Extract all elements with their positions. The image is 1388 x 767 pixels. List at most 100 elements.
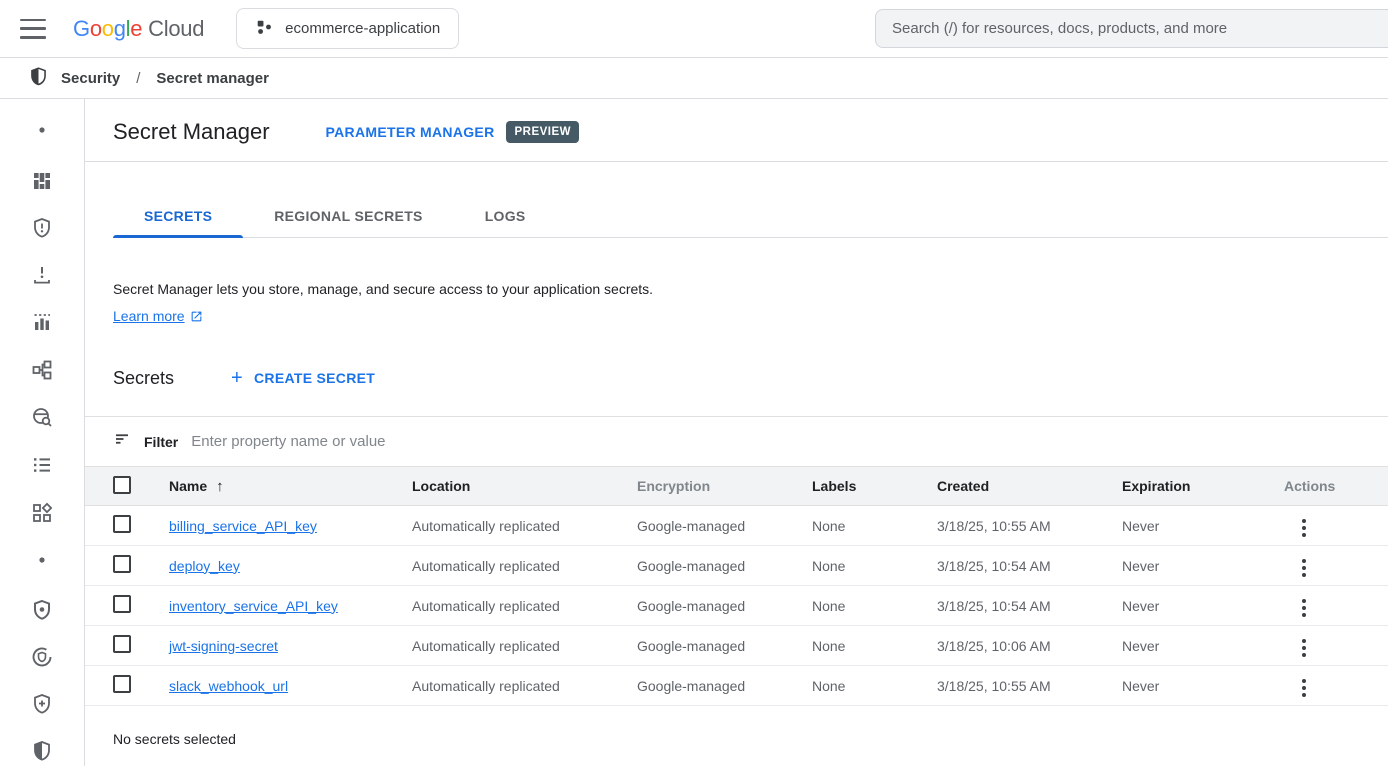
overview-dashboard-icon <box>30 169 54 198</box>
filter-input[interactable] <box>191 433 791 450</box>
breadcrumb-item-security[interactable]: Security <box>61 70 120 87</box>
page-title: Secret Manager <box>113 119 270 145</box>
secret-location: Automatically replicated <box>412 518 637 534</box>
column-header-expiration[interactable]: Expiration <box>1122 478 1272 494</box>
sidebar-item-12[interactable] <box>27 644 57 674</box>
sidebar-item-8[interactable] <box>27 452 57 482</box>
top-bar: Google Cloud ecommerce-application <box>0 0 1388 58</box>
secret-name-link[interactable]: billing_service_API_key <box>169 518 317 534</box>
page-header: Secret Manager PARAMETER MANAGER PREVIEW <box>85 99 1388 145</box>
learn-more-link[interactable]: Learn more <box>113 303 203 330</box>
secret-labels: None <box>812 558 937 574</box>
sidebar-item-11[interactable] <box>27 597 57 627</box>
row-actions-menu-icon[interactable] <box>1298 635 1310 660</box>
bar-chart-icon <box>30 310 54 339</box>
sidebar-item-1[interactable] <box>27 117 57 147</box>
column-header-created[interactable]: Created <box>937 478 1122 494</box>
select-all-checkbox[interactable] <box>113 476 131 494</box>
org-hierarchy-icon <box>30 358 54 387</box>
secret-name-link[interactable]: deploy_key <box>169 558 240 574</box>
tab-secrets-label: SECRETS <box>144 208 212 224</box>
tab-regional-secrets[interactable]: REGIONAL SECRETS <box>243 195 453 237</box>
row-actions-menu-icon[interactable] <box>1298 515 1310 540</box>
secret-encryption: Google-managed <box>637 678 812 694</box>
list-items-icon <box>30 453 54 482</box>
column-header-location[interactable]: Location <box>412 478 637 494</box>
sidebar-item-3[interactable] <box>27 215 57 245</box>
secret-expiration: Never <box>1122 678 1272 694</box>
sidebar-item-14[interactable] <box>27 738 57 767</box>
tab-regional-secrets-label: REGIONAL SECRETS <box>274 208 422 224</box>
globe-search-icon <box>30 405 54 434</box>
header-divider <box>85 161 1388 162</box>
external-link-icon <box>190 310 203 323</box>
secret-labels: None <box>812 518 937 534</box>
table-row: inventory_service_API_key Automatically … <box>85 586 1388 626</box>
secret-name-link[interactable]: jwt-signing-secret <box>169 638 278 654</box>
sidebar-item-10[interactable] <box>27 547 57 577</box>
column-header-name[interactable]: Name <box>169 478 207 494</box>
column-header-labels[interactable]: Labels <box>812 478 937 494</box>
row-checkbox[interactable] <box>113 675 131 693</box>
parameter-manager-link[interactable]: PARAMETER MANAGER <box>326 124 495 140</box>
row-actions-menu-icon[interactable] <box>1298 595 1310 620</box>
sidebar-item-4[interactable] <box>27 262 57 292</box>
row-checkbox[interactable] <box>113 595 131 613</box>
sidebar-item-5[interactable] <box>27 309 57 339</box>
global-search <box>875 9 1388 48</box>
column-header-actions: Actions <box>1272 478 1388 494</box>
tab-logs-label: LOGS <box>485 208 526 224</box>
row-actions-menu-icon[interactable] <box>1298 675 1310 700</box>
row-actions-menu-icon[interactable] <box>1298 555 1310 580</box>
table-row: slack_webhook_url Automatically replicat… <box>85 666 1388 706</box>
secret-name-link[interactable]: inventory_service_API_key <box>169 598 338 614</box>
main-content: Secret Manager PARAMETER MANAGER PREVIEW… <box>85 99 1388 766</box>
secret-created: 3/18/25, 10:55 AM <box>937 518 1122 534</box>
create-secret-button[interactable]: + CREATE SECRET <box>231 368 375 388</box>
secret-created: 3/18/25, 10:06 AM <box>937 638 1122 654</box>
secret-encryption: Google-managed <box>637 518 812 534</box>
table-row: billing_service_API_key Automatically re… <box>85 506 1388 546</box>
preview-badge: PREVIEW <box>506 121 579 143</box>
breadcrumb: Security / Secret manager <box>0 58 1388 99</box>
menu-hamburger-icon[interactable] <box>20 19 46 39</box>
row-checkbox[interactable] <box>113 515 131 533</box>
shield-dot-icon <box>30 598 54 627</box>
secret-expiration: Never <box>1122 598 1272 614</box>
table-header-row: Name ↑ Location Encryption Labels Create… <box>85 466 1388 506</box>
filter-label: Filter <box>144 434 178 450</box>
project-selector[interactable]: ecommerce-application <box>236 8 459 49</box>
table-row: deploy_key Automatically replicated Goog… <box>85 546 1388 586</box>
security-shield-icon <box>28 66 49 91</box>
search-input[interactable] <box>892 20 1386 37</box>
tab-bar: SECRETS REGIONAL SECRETS LOGS <box>113 195 1388 238</box>
filter-icon <box>113 430 131 453</box>
secret-created: 3/18/25, 10:54 AM <box>937 598 1122 614</box>
page-description: Secret Manager lets you store, manage, a… <box>113 276 1388 330</box>
sidebar-item-13[interactable] <box>27 691 57 721</box>
dot-icon <box>30 118 54 147</box>
secret-name-link[interactable]: slack_webhook_url <box>169 678 288 694</box>
sidebar-item-9[interactable] <box>27 500 57 530</box>
google-cloud-logo: Google Cloud <box>73 16 204 42</box>
shield-alert-icon <box>30 216 54 245</box>
sidebar-item-2[interactable] <box>27 168 57 198</box>
table-row: jwt-signing-secret Automatically replica… <box>85 626 1388 666</box>
row-checkbox[interactable] <box>113 635 131 653</box>
sidebar-item-6[interactable] <box>27 357 57 387</box>
tab-secrets[interactable]: SECRETS <box>113 195 243 237</box>
tab-logs[interactable]: LOGS <box>454 195 557 237</box>
row-checkbox[interactable] <box>113 555 131 573</box>
compliance-ring-shield-icon <box>30 645 54 674</box>
secrets-section-header: Secrets + CREATE SECRET <box>113 363 1388 393</box>
secret-location: Automatically replicated <box>412 678 637 694</box>
breadcrumb-item-secret-manager[interactable]: Secret manager <box>156 70 269 87</box>
secret-location: Automatically replicated <box>412 598 637 614</box>
project-icon <box>255 18 273 40</box>
secret-created: 3/18/25, 10:54 AM <box>937 558 1122 574</box>
sidebar-item-7[interactable] <box>27 404 57 434</box>
secret-encryption: Google-managed <box>637 598 812 614</box>
plus-icon: + <box>231 368 243 388</box>
sort-ascending-icon[interactable]: ↑ <box>216 478 224 495</box>
secret-expiration: Never <box>1122 558 1272 574</box>
